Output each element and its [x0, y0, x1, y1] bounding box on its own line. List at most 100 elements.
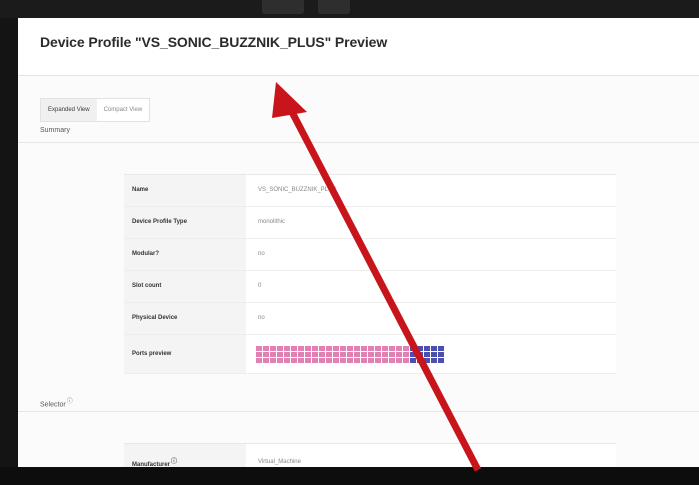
selector-table: Manufacturerⓘ Virtual_Machine — [124, 443, 616, 467]
summary-table: Name VS_SONIC_BUZZNIK_PLUS Device Profil… — [124, 174, 616, 374]
port-cell — [326, 345, 332, 351]
port-cell — [277, 345, 283, 351]
port-cell — [424, 357, 430, 363]
row-key: Ports preview — [124, 335, 246, 373]
table-row: Manufacturerⓘ Virtual_Machine — [124, 444, 616, 467]
port-cell — [263, 357, 269, 363]
port-cell — [277, 351, 283, 357]
row-key: Device Profile Type — [124, 207, 246, 238]
port-cell — [256, 351, 262, 357]
port-cell — [347, 357, 353, 363]
port-cell — [410, 357, 416, 363]
port-cell — [291, 345, 297, 351]
port-cell — [424, 351, 430, 357]
section-divider — [18, 411, 699, 412]
port-cell — [284, 345, 290, 351]
port-cell — [431, 345, 437, 351]
port-cell — [298, 357, 304, 363]
port-cell — [312, 351, 318, 357]
info-icon[interactable]: ⓘ — [171, 459, 177, 465]
port-cell — [270, 357, 276, 363]
port-cell — [319, 357, 325, 363]
port-cell — [438, 345, 444, 351]
port-cell — [312, 357, 318, 363]
port-cell — [410, 351, 416, 357]
port-cell — [361, 351, 367, 357]
port-cell — [417, 357, 423, 363]
modal-header: Device Profile "VS_SONIC_BUZZNIK_PLUS" P… — [18, 18, 699, 76]
port-cell — [319, 351, 325, 357]
port-cell — [389, 357, 395, 363]
port-cell — [256, 345, 262, 351]
background-bottom-bar — [0, 467, 699, 485]
row-value: monolithic — [258, 219, 286, 225]
port-cell — [389, 345, 395, 351]
row-value: VS_SONIC_BUZZNIK_PLUS — [258, 187, 337, 193]
table-row: Device Profile Type monolithic — [124, 207, 616, 239]
port-cell — [354, 345, 360, 351]
port-cell — [347, 345, 353, 351]
port-cell — [403, 357, 409, 363]
port-cell — [263, 351, 269, 357]
port-cell — [368, 357, 374, 363]
port-cell — [284, 357, 290, 363]
info-icon[interactable]: ⓘ — [67, 399, 73, 405]
port-cell — [319, 345, 325, 351]
port-cell — [298, 351, 304, 357]
row-key: Slot count — [124, 271, 246, 302]
port-cell — [305, 357, 311, 363]
background-shape — [262, 0, 304, 14]
device-profile-preview-modal: Device Profile "VS_SONIC_BUZZNIK_PLUS" P… — [18, 18, 699, 467]
ports-grid — [256, 345, 444, 363]
port-cell — [389, 351, 395, 357]
port-cell — [431, 351, 437, 357]
summary-section-label: Summary — [40, 127, 70, 134]
port-cell — [347, 351, 353, 357]
row-key: Modular? — [124, 239, 246, 270]
port-cell — [417, 351, 423, 357]
row-key: Physical Device — [124, 303, 246, 334]
port-cell — [382, 351, 388, 357]
selector-section-label: Selectorⓘ — [40, 396, 73, 408]
background-shape — [318, 0, 350, 14]
port-cell — [438, 351, 444, 357]
background-top-bar — [0, 0, 699, 18]
table-row: Name VS_SONIC_BUZZNIK_PLUS — [124, 175, 616, 207]
table-row: Physical Device no — [124, 303, 616, 335]
row-value: no — [258, 315, 265, 321]
port-cell — [368, 351, 374, 357]
table-row: Slot count 0 — [124, 271, 616, 303]
row-value: Virtual_Machine — [258, 459, 301, 465]
port-cell — [340, 345, 346, 351]
port-cell — [375, 345, 381, 351]
port-cell — [417, 345, 423, 351]
port-cell — [305, 345, 311, 351]
port-cell — [410, 345, 416, 351]
modal-title: Device Profile "VS_SONIC_BUZZNIK_PLUS" P… — [40, 34, 388, 50]
port-cell — [333, 345, 339, 351]
port-cell — [333, 351, 339, 357]
port-cell — [340, 351, 346, 357]
port-cell — [256, 357, 262, 363]
view-tabs: Expanded View Compact View — [40, 98, 151, 122]
tab-expanded-view[interactable]: Expanded View — [41, 99, 97, 121]
port-cell — [368, 345, 374, 351]
tab-compact-view[interactable]: Compact View — [97, 99, 150, 121]
port-cell — [263, 345, 269, 351]
port-cell — [361, 357, 367, 363]
row-key: Manufacturerⓘ — [124, 444, 246, 467]
port-cell — [270, 345, 276, 351]
selector-label-text: Selector — [40, 401, 66, 409]
port-cell — [375, 351, 381, 357]
port-cell — [291, 351, 297, 357]
port-cell — [340, 357, 346, 363]
section-divider — [18, 142, 699, 143]
port-cell — [354, 351, 360, 357]
ports-preview — [246, 335, 444, 373]
port-cell — [298, 345, 304, 351]
port-cell — [424, 345, 430, 351]
port-cell — [396, 351, 402, 357]
port-cell — [431, 357, 437, 363]
port-cell — [382, 357, 388, 363]
port-cell — [270, 351, 276, 357]
